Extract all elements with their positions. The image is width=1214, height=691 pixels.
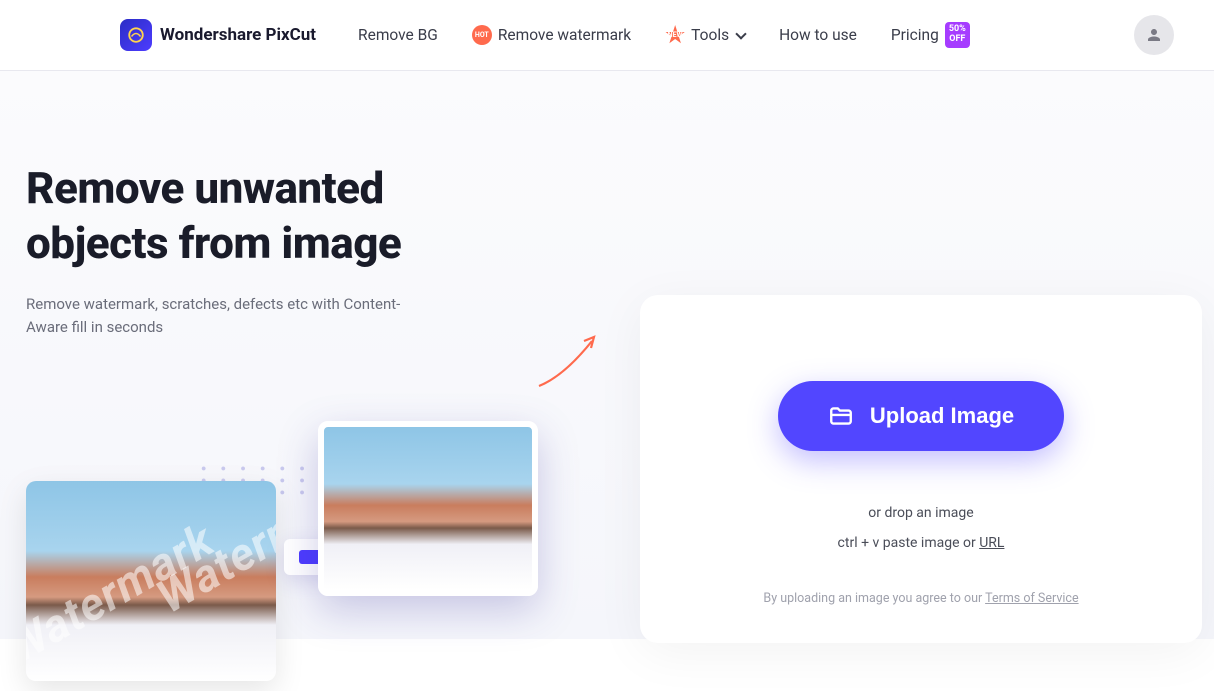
sample-image-after	[318, 421, 538, 596]
nav-tools-label: Tools	[691, 26, 729, 44]
discount-line2: OFF	[949, 34, 965, 44]
pixcut-logo-icon	[120, 19, 152, 51]
upload-card: Upload Image or drop an image ctrl + v p…	[640, 295, 1202, 643]
brand-logo[interactable]: Wondershare PixCut	[120, 19, 316, 51]
folder-icon	[828, 403, 854, 429]
nav-how-to-use-label: How to use	[779, 26, 857, 44]
paste-hint: ctrl + v paste image or URL	[838, 535, 1005, 551]
discount-badge: 50% OFF	[945, 22, 970, 48]
hot-badge-icon: HOT	[472, 25, 492, 45]
person-icon	[1145, 26, 1163, 44]
nav-remove-watermark[interactable]: HOT Remove watermark	[468, 19, 635, 51]
new-badge-icon: NEW	[665, 25, 685, 45]
hero-title: Remove unwanted objects from image	[26, 161, 546, 271]
header-nav: Wondershare PixCut Remove BG HOT Remove …	[0, 0, 1214, 71]
hero-subtitle: Remove watermark, scratches, defects etc…	[26, 293, 426, 340]
chevron-down-icon	[735, 28, 746, 39]
hero-title-line1: Remove unwanted	[26, 162, 384, 214]
hero-section: Remove unwanted objects from image Remov…	[0, 71, 1214, 639]
drop-hint: or drop an image	[868, 505, 973, 521]
nav-remove-bg[interactable]: Remove BG	[354, 20, 442, 50]
curved-arrow-icon	[534, 331, 604, 391]
illustration: ● ● ● ● ● ● ● ●● ● ● ● ● ● ● ●● ● ● ● ● …	[26, 421, 566, 691]
upload-button-label: Upload Image	[870, 403, 1014, 429]
nav-remove-bg-label: Remove BG	[358, 26, 438, 44]
terms-of-service-link[interactable]: Terms of Service	[985, 591, 1078, 606]
hero-title-line2: objects from image	[26, 217, 401, 269]
nav-pricing-label: Pricing	[891, 26, 939, 44]
url-link[interactable]: URL	[979, 535, 1004, 551]
discount-line1: 50%	[949, 24, 966, 34]
nav-tools[interactable]: NEW Tools	[661, 19, 749, 51]
terms-row: By uploading an image you agree to our T…	[763, 591, 1078, 606]
sample-image-before	[26, 481, 276, 681]
nav-how-to-use[interactable]: How to use	[775, 20, 861, 50]
upload-image-button[interactable]: Upload Image	[778, 381, 1064, 451]
brand-name: Wondershare PixCut	[160, 25, 316, 45]
nav-remove-watermark-label: Remove watermark	[498, 26, 631, 44]
terms-prefix: By uploading an image you agree to our	[763, 591, 985, 606]
paste-prefix: ctrl + v paste image or	[838, 535, 980, 551]
user-avatar[interactable]	[1134, 15, 1174, 55]
nav-pricing[interactable]: Pricing 50% OFF	[887, 16, 974, 54]
